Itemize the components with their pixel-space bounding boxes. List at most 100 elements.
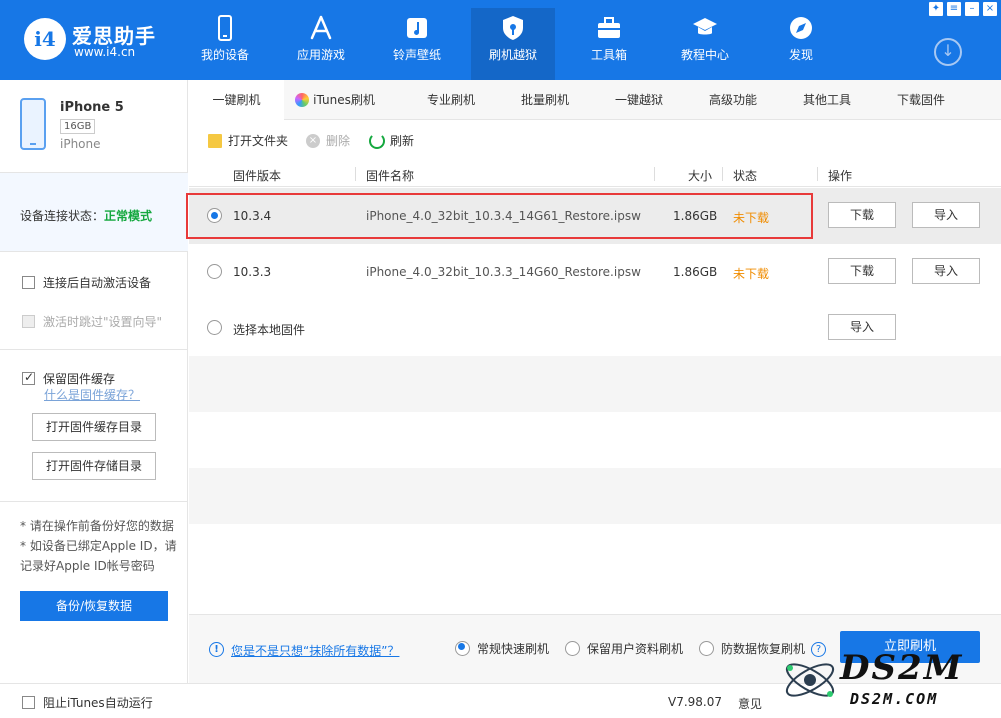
nav-label: 发现 [788, 48, 813, 62]
app-store-icon [310, 15, 332, 40]
header-separator [654, 167, 655, 181]
table-header: 固件版本 固件名称 大小 状态 操作 [189, 161, 1001, 187]
nav-my-device[interactable]: 我的设备 [183, 8, 267, 80]
download-button[interactable]: 下载 [828, 258, 896, 284]
note-backup: * 请在操作前备份好您的数据 [20, 519, 174, 533]
anti-recovery-radio[interactable] [699, 641, 714, 656]
atom-logo-icon [785, 663, 835, 697]
local-firmware-radio[interactable] [207, 320, 222, 335]
divider [0, 501, 188, 502]
i4-logo: i4 [24, 18, 66, 60]
import-button[interactable]: 导入 [912, 202, 980, 228]
tab-pro-flash[interactable]: 专业刷机 [401, 80, 501, 120]
skin-button[interactable]: ✦ [929, 2, 943, 16]
block-itunes-checkbox[interactable] [22, 696, 35, 709]
feedback-link[interactable]: 意见 [738, 695, 762, 712]
device-model: iPhone [60, 137, 101, 151]
keep-cache-label: 保留固件缓存 [43, 372, 116, 386]
keep-data-radio[interactable] [565, 641, 580, 656]
tab-advanced[interactable]: 高级功能 [683, 80, 783, 120]
keep-cache-option[interactable]: 保留固件缓存 [22, 370, 115, 387]
skip-setup-label: 激活时跳过"设置向导" [43, 315, 163, 329]
close-button[interactable]: × [983, 2, 997, 16]
device-capacity: 16GB [60, 119, 96, 134]
erase-data-link[interactable]: 您是不是只想“抹除所有数据”？ [231, 642, 399, 659]
quick-flash-radio[interactable] [455, 641, 470, 656]
import-local-button[interactable]: 导入 [828, 314, 896, 340]
block-itunes-option[interactable]: 阻止iTunes自动运行 [22, 694, 153, 711]
empty-row [189, 524, 1001, 580]
minimize-button[interactable]: – [965, 2, 979, 16]
note-apple-id: * 如设备已绑定Apple ID，请记录好Apple ID帐号密码 [20, 539, 177, 573]
delete-label: 删除 [326, 134, 351, 148]
watermark-sub: DS2M.COM [850, 690, 939, 708]
what-is-cache-link[interactable]: 什么是固件缓存？ [44, 386, 140, 403]
watermark: DS2M DS2M.COM [780, 640, 1001, 718]
nav-discover[interactable]: 发现 [759, 8, 843, 80]
table-row[interactable]: 10.3.3 iPhone_4.0_32bit_10.3.3_14G60_Res… [189, 244, 1001, 300]
download-manager-icon[interactable]: ↓ [934, 38, 962, 66]
quick-flash-option[interactable]: 常规快速刷机 [455, 640, 549, 657]
tab-label: iTunes刷机 [313, 93, 375, 107]
notes: * 请在操作前备份好您的数据 * 如设备已绑定Apple ID，请记录好Appl… [20, 516, 180, 576]
info-icon: ! [209, 642, 224, 657]
connection-value: 正常模式 [104, 209, 153, 223]
header-action: 操作 [828, 169, 853, 183]
auto-activate-checkbox[interactable] [22, 276, 35, 289]
refresh-button[interactable]: 刷新 [369, 132, 414, 149]
window-controls: ✦ ≡ – × [929, 2, 997, 16]
menu-button[interactable]: ≡ [947, 2, 961, 16]
device-sidebar: iPhone 5 16GB iPhone 设备连接状态：正常模式 连接后自动激活… [0, 80, 188, 683]
header-separator [722, 167, 723, 181]
tab-batch-flash[interactable]: 批量刷机 [495, 80, 595, 120]
app-version: V7.98.07 [668, 695, 723, 709]
toolbar: 打开文件夹 × 删除 刷新 [189, 121, 1001, 161]
delete-button: × 删除 [306, 132, 350, 149]
local-firmware-row[interactable]: 选择本地固件 导入 [189, 300, 1001, 356]
header-size: 大小 [688, 169, 713, 183]
nav-label: 我的设备 [200, 48, 249, 62]
nav-label: 刷机越狱 [488, 48, 537, 62]
tab-other-tools[interactable]: 其他工具 [777, 80, 877, 120]
quick-flash-label: 常规快速刷机 [477, 642, 550, 656]
itunes-icon [295, 93, 310, 107]
auto-activate-option[interactable]: 连接后自动激活设备 [22, 274, 151, 291]
open-folder-button[interactable]: 打开文件夹 [208, 132, 288, 149]
nav-tutorials[interactable]: 教程中心 [663, 8, 747, 80]
refresh-label: 刷新 [390, 134, 415, 148]
tab-jailbreak[interactable]: 一键越狱 [589, 80, 689, 120]
nav-label: 工具箱 [590, 48, 627, 62]
keep-data-label: 保留用户资料刷机 [587, 642, 684, 656]
shield-key-icon [503, 16, 523, 40]
open-cache-dir-button[interactable]: 打开固件缓存目录 [32, 413, 156, 441]
nav-toolbox[interactable]: 工具箱 [567, 8, 651, 80]
header-separator [817, 167, 818, 181]
graduation-cap-icon [693, 18, 717, 35]
phone-icon [218, 15, 232, 41]
tab-one-click-flash[interactable]: 一键刷机 [189, 80, 284, 121]
firmware-radio[interactable] [207, 264, 222, 279]
nav-apps-games[interactable]: 应用游戏 [279, 8, 363, 80]
local-firmware-label: 选择本地固件 [233, 323, 306, 337]
connection-status: 设备连接状态：正常模式 [0, 172, 188, 252]
tab-download-firmware[interactable]: 下载固件 [871, 80, 971, 120]
folder-icon [208, 133, 222, 148]
watermark-text: DS2M [840, 648, 964, 688]
firmware-version: 10.3.3 [233, 265, 272, 279]
app-header: i4 爱思助手 www.i4.cn 我的设备 应用游戏 铃声壁纸 刷机越狱 工具… [0, 0, 1001, 80]
empty-row [189, 468, 1001, 524]
nav-ringtones[interactable]: 铃声壁纸 [375, 8, 459, 80]
music-icon [407, 18, 427, 38]
download-button[interactable]: 下载 [828, 202, 896, 228]
open-storage-dir-button[interactable]: 打开固件存储目录 [32, 452, 156, 480]
keep-data-option[interactable]: 保留用户资料刷机 [565, 640, 683, 657]
import-button[interactable]: 导入 [912, 258, 980, 284]
backup-restore-button[interactable]: 备份/恢复数据 [20, 591, 168, 621]
firmware-status: 未下载 [733, 267, 770, 281]
nav-flash-jailbreak[interactable]: 刷机越狱 [471, 8, 555, 80]
compass-icon [790, 17, 812, 39]
iphone-icon [20, 98, 46, 150]
tab-itunes-flash[interactable]: iTunes刷机 [285, 80, 385, 120]
header-status: 状态 [733, 169, 758, 183]
keep-cache-checkbox[interactable] [22, 370, 35, 385]
